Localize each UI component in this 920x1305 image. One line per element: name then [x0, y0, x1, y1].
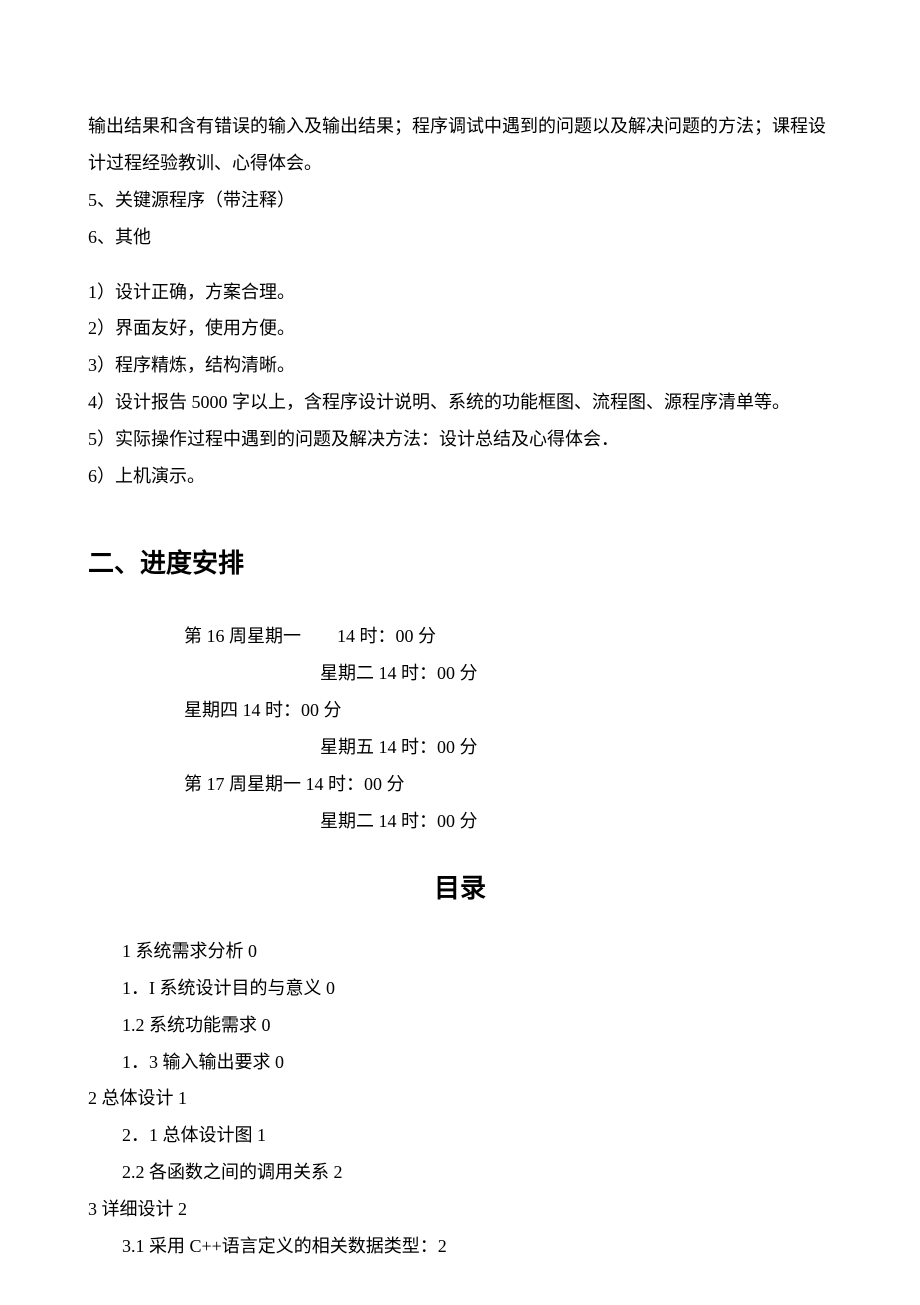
- schedule-line: 星期四 14 时：00 分: [184, 692, 832, 729]
- requirement-item: 1）设计正确，方案合理。: [88, 274, 832, 311]
- toc-item: 2.2 各函数之间的调用关系 2: [122, 1154, 832, 1191]
- toc-item: 2 总体设计 1: [88, 1080, 832, 1117]
- schedule-block: 第 16 周星期一 14 时：00 分星期二 14 时：00 分星期四 14 时…: [88, 618, 832, 839]
- toc-block: 1 系统需求分析 01．I 系统设计目的与意义 01.2 系统功能需求 01．3…: [88, 933, 832, 1265]
- schedule-line: 星期五 14 时：00 分: [320, 729, 832, 766]
- toc-item: 3 详细设计 2: [88, 1191, 832, 1228]
- requirement-item: 3）程序精炼，结构清晰。: [88, 347, 832, 384]
- document-page: { "intro": { "p1": "输出结果和含有错误的输入及输出结果；程序…: [0, 0, 920, 1305]
- requirement-item: 4）设计报告 5000 字以上，含程序设计说明、系统的功能框图、流程图、源程序清…: [88, 384, 832, 421]
- toc-item: 1．I 系统设计目的与意义 0: [122, 970, 832, 1007]
- toc-item: 1 系统需求分析 0: [122, 933, 832, 970]
- intro-paragraph-3: 6、其他: [88, 219, 832, 256]
- requirement-item: 2）界面友好，使用方便。: [88, 310, 832, 347]
- toc-item: 1．3 输入输出要求 0: [122, 1044, 832, 1081]
- requirement-item: 6）上机演示。: [88, 458, 832, 495]
- toc-item: 1.2 系统功能需求 0: [122, 1007, 832, 1044]
- schedule-line: 星期二 14 时：00 分: [320, 803, 832, 840]
- intro-paragraph-1: 输出结果和含有错误的输入及输出结果；程序调试中遇到的问题以及解决问题的方法；课程…: [88, 108, 832, 182]
- toc-item: 3.1 采用 C++语言定义的相关数据类型：2: [122, 1228, 832, 1265]
- schedule-line: 第 16 周星期一 14 时：00 分: [184, 618, 832, 655]
- spacer: [88, 256, 832, 274]
- section-heading-schedule: 二、进度安排: [88, 537, 832, 590]
- requirements-list: 1）设计正确，方案合理。2）界面友好，使用方便。3）程序精炼，结构清晰。4）设计…: [88, 274, 832, 495]
- schedule-line: 星期二 14 时：00 分: [320, 655, 832, 692]
- toc-item: 2．1 总体设计图 1: [122, 1117, 832, 1154]
- schedule-line: 第 17 周星期一 14 时：00 分: [184, 766, 832, 803]
- intro-paragraph-2: 5、关键源程序（带注释）: [88, 182, 832, 219]
- toc-title: 目录: [88, 862, 832, 915]
- requirement-item: 5）实际操作过程中遇到的问题及解决方法：设计总结及心得体会．: [88, 421, 832, 458]
